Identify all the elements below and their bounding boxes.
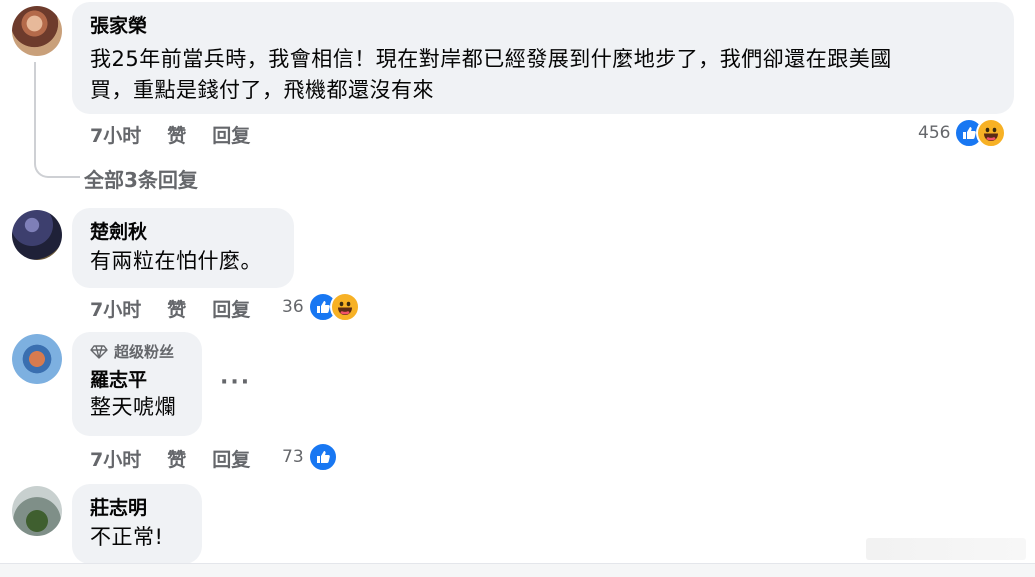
reaction-summary[interactable]: 456 xyxy=(918,118,1007,148)
commenter-name[interactable]: 楚劍秋 xyxy=(90,220,276,244)
avatar[interactable] xyxy=(12,210,62,260)
comment-actions: 7小时 赞 回复 xyxy=(90,445,250,472)
reaction-count: 456 xyxy=(918,123,951,143)
avatar[interactable] xyxy=(12,6,62,56)
comment-text: 有兩粒在怕什麼。 xyxy=(90,249,262,273)
watermark xyxy=(866,538,1026,560)
timestamp-link[interactable]: 7小时 xyxy=(90,295,141,322)
avatar[interactable] xyxy=(12,486,62,536)
bottom-divider xyxy=(0,563,1035,577)
reaction-summary[interactable]: 36 xyxy=(282,292,360,322)
view-replies-link[interactable]: 全部3条回复 xyxy=(84,164,198,193)
comment-actions: 7小时 赞 回复 xyxy=(90,295,250,322)
comment-text: 整天唬爛 xyxy=(90,395,176,419)
haha-reaction-icon xyxy=(329,292,360,322)
reply-button[interactable]: 回复 xyxy=(212,121,250,148)
top-fan-badge: 超级粉丝 xyxy=(90,342,184,362)
like-button[interactable]: 赞 xyxy=(167,295,186,322)
reaction-count: 36 xyxy=(282,297,304,317)
like-button[interactable]: 赞 xyxy=(167,445,186,472)
reaction-summary[interactable]: 73 xyxy=(282,442,338,472)
reply-button[interactable]: 回复 xyxy=(212,295,250,322)
comment-actions: 7小时 赞 回复 xyxy=(90,121,250,148)
reply-button[interactable]: 回复 xyxy=(212,445,250,472)
more-options-icon[interactable]: ··· xyxy=(220,370,251,395)
reaction-count: 73 xyxy=(282,447,304,467)
comment-bubble: 張家榮 我25年前當兵時，我會相信！現在對岸都已經發展到什麼地步了，我們卻還在跟… xyxy=(72,2,1014,114)
haha-reaction-icon xyxy=(976,118,1007,148)
diamond-icon xyxy=(90,345,108,359)
comment-text-line: 買，重點是錢付了，飛機都還沒有來 xyxy=(90,78,434,102)
timestamp-link[interactable]: 7小时 xyxy=(90,121,141,148)
comment-text-line: 我25年前當兵時，我會相信！現在對岸都已經發展到什麼地步了，我們卻還在跟美國 xyxy=(90,47,892,71)
commenter-name[interactable]: 莊志明 xyxy=(90,496,184,520)
comment-bubble: 莊志明 不正常! xyxy=(72,484,202,564)
like-button[interactable]: 赞 xyxy=(167,121,186,148)
comment-bubble: 超级粉丝 羅志平 整天唬爛 xyxy=(72,332,202,436)
comment-text: 我25年前當兵時，我會相信！現在對岸都已經發展到什麼地步了，我們卻還在跟美國 買… xyxy=(90,44,996,106)
like-reaction-icon xyxy=(307,442,338,472)
thread-connector xyxy=(34,62,80,178)
commenter-name[interactable]: 張家榮 xyxy=(90,14,996,38)
commenter-name[interactable]: 羅志平 xyxy=(90,368,184,392)
comment-text: 不正常! xyxy=(90,525,164,549)
comment-bubble: 楚劍秋 有兩粒在怕什麼。 xyxy=(72,208,294,288)
avatar[interactable] xyxy=(12,334,62,384)
badge-label: 超级粉丝 xyxy=(114,343,175,361)
timestamp-link[interactable]: 7小时 xyxy=(90,445,141,472)
